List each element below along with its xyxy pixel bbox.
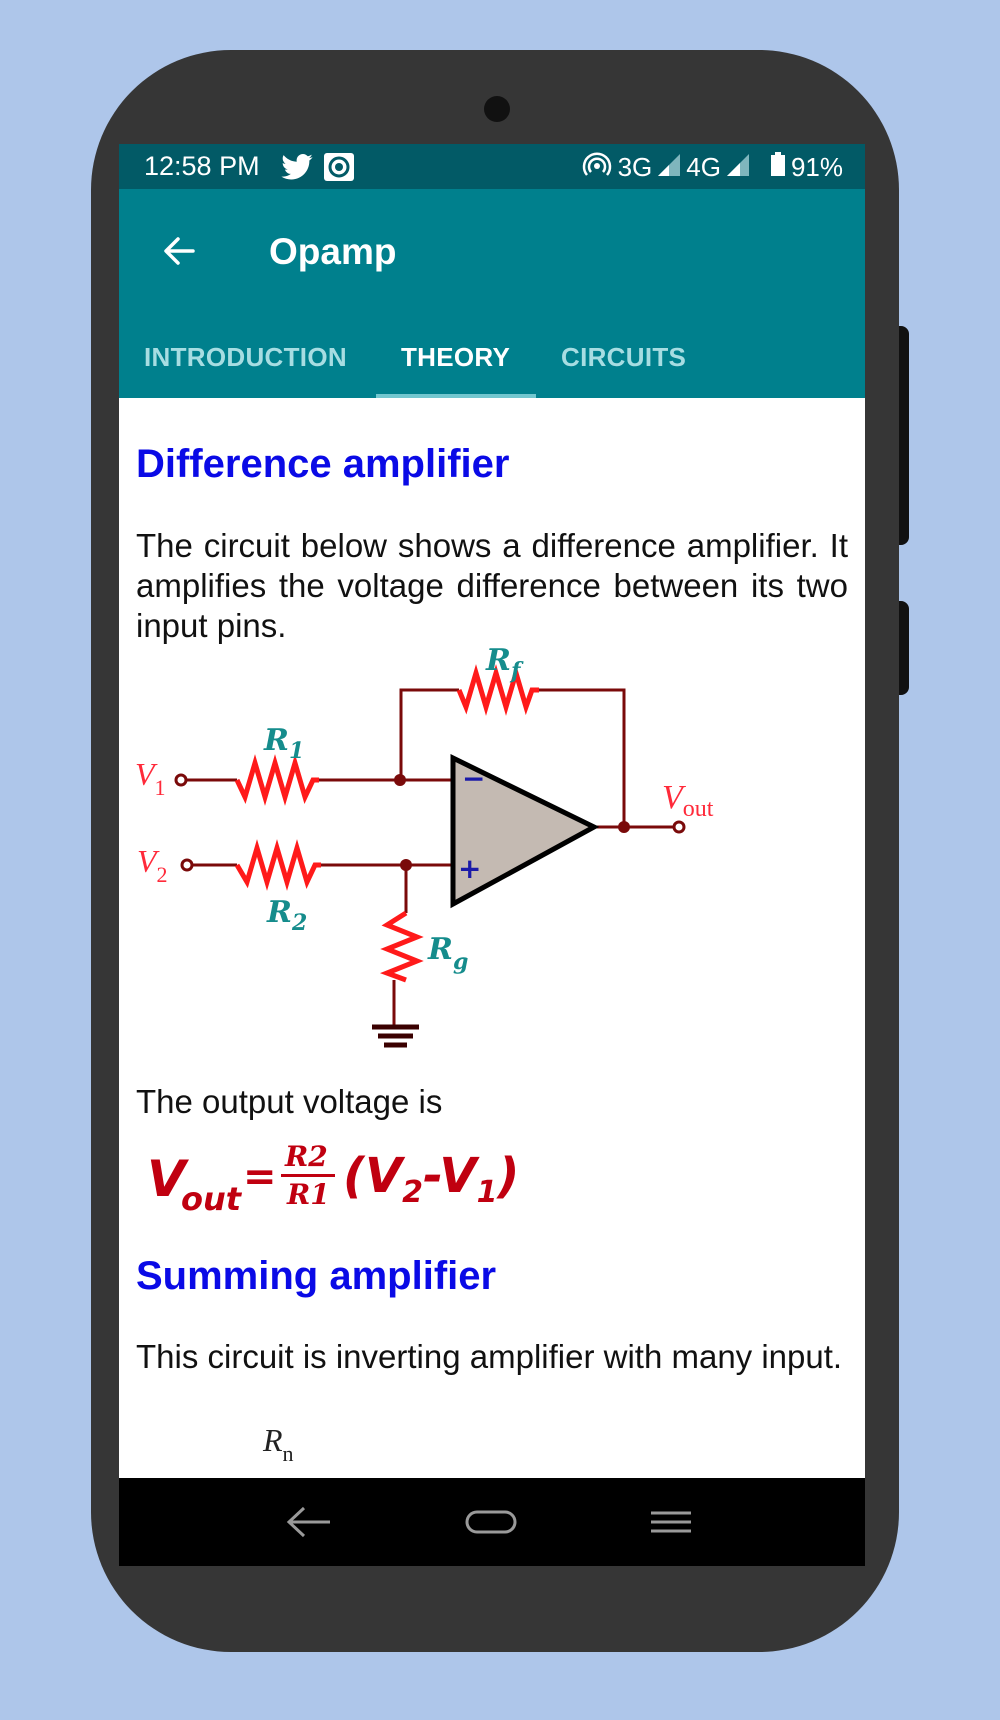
formula-difference: (V2-V1): [343, 1148, 520, 1210]
nav-back-icon: [286, 1506, 330, 1538]
formula-numerator: R2: [285, 1140, 328, 1173]
nav-recents-icon: [651, 1511, 691, 1533]
screen: 12:58 PM 3G 4G 91% Opamp INTRODUCTION TH…: [119, 144, 865, 1566]
junction-inverting: [394, 774, 406, 786]
formula-fraction-bar: [281, 1174, 335, 1177]
heading-summing-amplifier: Summing amplifier: [136, 1254, 497, 1298]
camera-record-icon: [323, 152, 355, 189]
nav-home-button[interactable]: [461, 1496, 521, 1548]
nav-recents-button[interactable]: [641, 1496, 701, 1548]
opamp-minus: −: [462, 762, 485, 795]
terminal-v1: [174, 773, 188, 787]
junction-noninverting: [400, 859, 412, 871]
terminal-vout: [672, 820, 686, 834]
resistor-r1: [234, 754, 319, 806]
label-r1: R1: [263, 723, 304, 764]
signal-4g-icon: [726, 152, 749, 183]
label-rn: Rn: [263, 1422, 294, 1466]
tab-circuits[interactable]: CIRCUITS: [561, 342, 686, 373]
opamp-plus: +: [458, 852, 481, 885]
page-title: Opamp: [269, 231, 397, 272]
label-vout: Vout: [662, 779, 714, 822]
label-v1: V1: [135, 756, 166, 800]
twitter-icon: [281, 154, 313, 187]
front-camera: [484, 96, 510, 122]
network-3g-label: 3G: [617, 152, 653, 182]
formula-vout-sub: out: [181, 1180, 242, 1218]
formula-denominator: R1: [287, 1178, 330, 1211]
label-v2: V2: [137, 843, 168, 887]
content-scroll[interactable]: Difference amplifier The circuit below s…: [119, 398, 865, 1478]
network-4g-label: 4G: [686, 152, 721, 182]
nav-home-icon: [465, 1510, 517, 1534]
nav-back-button[interactable]: [279, 1496, 339, 1548]
resistor-rf: [456, 664, 539, 716]
battery-icon: [770, 152, 785, 183]
ground-symbol: [372, 1024, 419, 1048]
heading-difference-amplifier: Difference amplifier: [136, 442, 510, 486]
label-rg: Rg: [427, 932, 468, 975]
label-r2: R2: [266, 895, 307, 936]
hotspot-icon: [582, 150, 612, 185]
tab-bar: INTRODUCTION THEORY CIRCUITS: [119, 320, 865, 398]
formula-vout: V: [147, 1150, 186, 1208]
phone-power-button: [899, 326, 909, 545]
app-bar: Opamp: [119, 189, 865, 320]
paragraph-summing: This circuit is inverting amplifier with…: [136, 1338, 843, 1375]
junction-output: [618, 821, 630, 833]
status-time: 12:58 PM: [144, 151, 260, 181]
wire-feedback: [399, 688, 459, 782]
tab-theory[interactable]: THEORY: [401, 342, 510, 373]
label-rf: Rf: [485, 643, 524, 684]
navigation-bar: [119, 1478, 865, 1566]
arrow-left-icon: [164, 237, 195, 265]
status-bar: 12:58 PM 3G 4G 91%: [119, 144, 865, 189]
resistor-rg: [380, 910, 424, 983]
signal-3g-icon: [658, 152, 681, 183]
battery-percent: 91%: [790, 152, 843, 182]
difference-amplifier-diagram: − + Rf R1 R2 Rg V1 V2 Vout: [135, 643, 714, 1048]
tab-introduction[interactable]: INTRODUCTION: [144, 342, 347, 373]
back-button[interactable]: [157, 229, 201, 273]
resistor-r2: [234, 839, 321, 891]
phone-volume-button: [899, 601, 909, 695]
paragraph-difference: The circuit below shows a difference amp…: [136, 527, 848, 644]
terminal-v2: [180, 858, 194, 872]
output-voltage-text: The output voltage is: [136, 1083, 443, 1120]
formula-equals: =: [243, 1154, 277, 1200]
